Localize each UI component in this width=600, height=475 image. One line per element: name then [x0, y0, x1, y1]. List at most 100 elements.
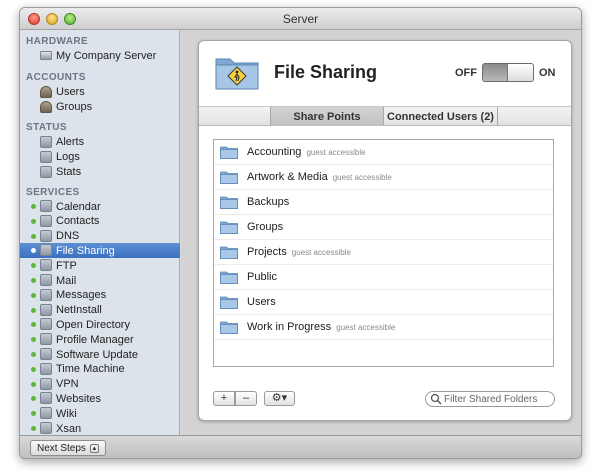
sidebar-item-messages[interactable]: Messages [20, 288, 180, 303]
sidebar-item-label: Open Directory [56, 318, 130, 331]
sidebar-item-vpn[interactable]: VPN [20, 377, 180, 392]
sidebar-item-mail[interactable]: Mail [20, 273, 180, 288]
sidebar-item-logs[interactable]: Logs [20, 149, 180, 164]
sidebar-item-label: File Sharing [56, 244, 115, 257]
service-status-dot [31, 366, 36, 372]
tab-connected-users[interactable]: Connected Users (2) [384, 107, 498, 126]
search-input[interactable] [444, 393, 552, 405]
sidebar-item-label: Xsan [56, 422, 82, 435]
title-bar: Server [20, 8, 581, 30]
sidebar-item-websites[interactable]: Websites [20, 391, 180, 406]
sidebar-header-accounts: ACCOUNTS [26, 72, 86, 83]
file-sharing-folder-icon [215, 58, 259, 90]
logs-icon [40, 150, 52, 163]
share-point-label: Accounting [247, 146, 302, 158]
software-update-icon [40, 348, 52, 360]
folder-icon [220, 271, 238, 284]
service-status-dot [31, 292, 36, 298]
sidebar-item-xsan[interactable]: Xsan [20, 421, 180, 436]
folder-icon [220, 321, 238, 334]
filter-search-field[interactable] [425, 391, 555, 407]
action-menu-button[interactable]: ⚙▾ [264, 391, 295, 406]
toggle-off-label: OFF [455, 67, 477, 79]
sidebar-header-status: STATUS [26, 122, 67, 133]
list-item[interactable]: Accounting guest accessible [214, 140, 553, 165]
sidebar-item-profile-manager[interactable]: Profile Manager [20, 332, 180, 347]
list-item[interactable]: Groups [214, 215, 553, 240]
sidebar-item-users[interactable]: Users [20, 84, 180, 99]
sidebar-item-software-update[interactable]: Software Update [20, 347, 180, 362]
sidebar-item-label: VPN [56, 378, 79, 391]
service-toggle[interactable] [482, 63, 534, 82]
window-title: Server [282, 12, 319, 26]
service-status-dot [31, 248, 36, 254]
sidebar-item-groups[interactable]: Groups [20, 99, 180, 114]
sidebar-item-dns[interactable]: DNS [20, 229, 180, 244]
service-status-dot [31, 307, 36, 313]
sidebar-item-alerts[interactable]: Alerts [20, 134, 180, 149]
sidebar-item-stats[interactable]: Stats [20, 164, 180, 179]
service-status-dot [31, 381, 36, 387]
sidebar-item-label: Users [56, 85, 85, 98]
sidebar-item-label: Logs [56, 150, 80, 163]
sidebar-item-label: FTP [56, 259, 77, 272]
folder-icon [220, 146, 238, 159]
sidebar-item-label: NetInstall [56, 304, 102, 317]
share-point-label: Work in Progress [247, 321, 332, 333]
service-status-dot [31, 411, 36, 417]
list-item[interactable]: Backups [214, 190, 553, 215]
sidebar-header-hardware: HARDWARE [26, 36, 89, 47]
dns-icon [40, 229, 52, 242]
server-window: Server HARDWARE My Company Server ACCOUN… [19, 7, 582, 459]
list-item[interactable]: Artwork & Media guest accessible [214, 165, 553, 190]
sidebar-item-ftp[interactable]: FTP [20, 258, 180, 273]
service-status-dot [31, 233, 36, 239]
group-icon [40, 100, 52, 113]
list-item[interactable]: Public [214, 265, 553, 290]
time-machine-icon [40, 362, 52, 375]
window-footer: Next Steps ▴ [20, 435, 581, 458]
sidebar-item-label: Time Machine [56, 363, 125, 376]
share-point-label: Groups [247, 221, 284, 233]
toggle-knob[interactable] [507, 64, 533, 81]
guest-accessible-tag: guest accessible [336, 323, 396, 332]
sidebar-item-open-directory[interactable]: Open Directory [20, 317, 180, 332]
contacts-icon [40, 214, 52, 227]
service-status-dot [31, 396, 36, 402]
vpn-icon [40, 377, 52, 390]
tab-bar: Share Points Connected Users (2) [199, 106, 571, 126]
add-share-point-button[interactable]: + [213, 391, 235, 406]
service-status-dot [31, 278, 36, 283]
next-steps-button[interactable]: Next Steps ▴ [30, 440, 106, 456]
page-title: File Sharing [274, 62, 378, 82]
wiki-icon [40, 407, 52, 420]
sidebar-item-wiki[interactable]: Wiki [20, 406, 180, 421]
netinstall-icon [40, 303, 52, 316]
sidebar-item-label: Stats [56, 165, 82, 178]
sidebar-item-my-company-server[interactable]: My Company Server [20, 48, 180, 63]
mail-icon [40, 274, 52, 286]
share-point-name: Backups [247, 196, 289, 208]
open-directory-icon [40, 318, 52, 331]
sidebar-item-label: My Company Server [56, 49, 157, 62]
service-status-dot [31, 352, 36, 357]
list-item[interactable]: Work in Progress guest accessible [214, 315, 553, 340]
sidebar-item-netinstall[interactable]: NetInstall [20, 303, 180, 318]
stats-icon [40, 165, 52, 178]
service-status-dot [31, 337, 36, 343]
guest-accessible-tag: guest accessible [291, 248, 351, 257]
share-point-name: Users [247, 296, 276, 308]
sidebar-item-calendar[interactable]: Calendar [20, 199, 180, 214]
sidebar-item-file-sharing[interactable]: File Sharing [20, 243, 180, 259]
list-item[interactable]: Users [214, 290, 553, 315]
calendar-icon [40, 200, 52, 212]
tab-share-points[interactable]: Share Points [270, 107, 384, 126]
messages-icon [40, 288, 52, 301]
sidebar-item-time-machine[interactable]: Time Machine [20, 362, 180, 377]
file-sharing-icon [40, 244, 52, 257]
share-point-name: Accounting guest accessible [247, 146, 366, 158]
sidebar-item-contacts[interactable]: Contacts [20, 214, 180, 229]
share-point-name: Artwork & Media guest accessible [247, 171, 392, 183]
list-item[interactable]: Projects guest accessible [214, 240, 553, 265]
remove-share-point-button[interactable]: – [235, 391, 257, 406]
